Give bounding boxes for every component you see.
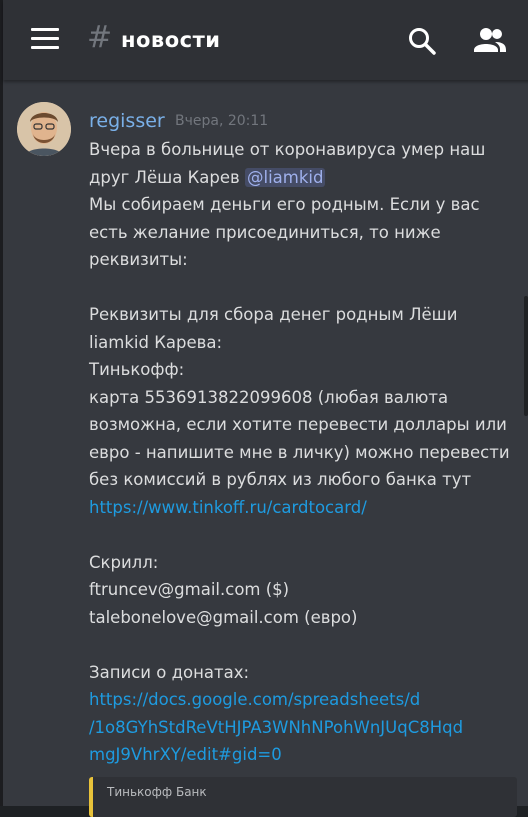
search-icon[interactable] <box>407 26 437 56</box>
avatar-image <box>17 102 71 156</box>
message-content: Вчера в больнице от коронавируса умер на… <box>89 136 521 769</box>
channel-name: новости <box>121 28 221 52</box>
members-icon[interactable] <box>473 26 507 54</box>
channel-header: # новости <box>3 0 528 80</box>
embed-provider: Тинькофф Банк <box>107 785 207 799</box>
message-text-body-2: Скрилл: ftruncev@gmail.com ($) talebonel… <box>89 552 358 682</box>
tinkoff-link[interactable]: https://www.tinkoff.ru/cardtocard/ <box>89 498 367 517</box>
scrollbar[interactable] <box>524 296 528 416</box>
message-text-body: Мы собираем деньги его родным. Если у ва… <box>89 195 510 489</box>
message-timestamp: Вчера, 20:11 <box>175 113 269 129</box>
spreadsheet-link[interactable]: https://docs.google.com/spreadsheets/d /… <box>89 690 463 764</box>
message-text-line2: друг Лёша Карев <box>89 167 245 187</box>
message-text-line1: Вчера в больнице от коронавируса умер на… <box>89 140 486 159</box>
user-mention[interactable]: @liamkid <box>245 167 326 187</box>
message-author[interactable]: regisser <box>89 110 165 132</box>
hamburger-menu-icon[interactable] <box>31 28 59 50</box>
avatar[interactable] <box>17 102 71 156</box>
link-embed[interactable]: Тинькофф Банк <box>89 777 517 817</box>
app-frame: # новости regisser Вчера, 20:11 Вчера в … <box>0 0 528 817</box>
channel-hash-icon: # <box>87 20 113 55</box>
